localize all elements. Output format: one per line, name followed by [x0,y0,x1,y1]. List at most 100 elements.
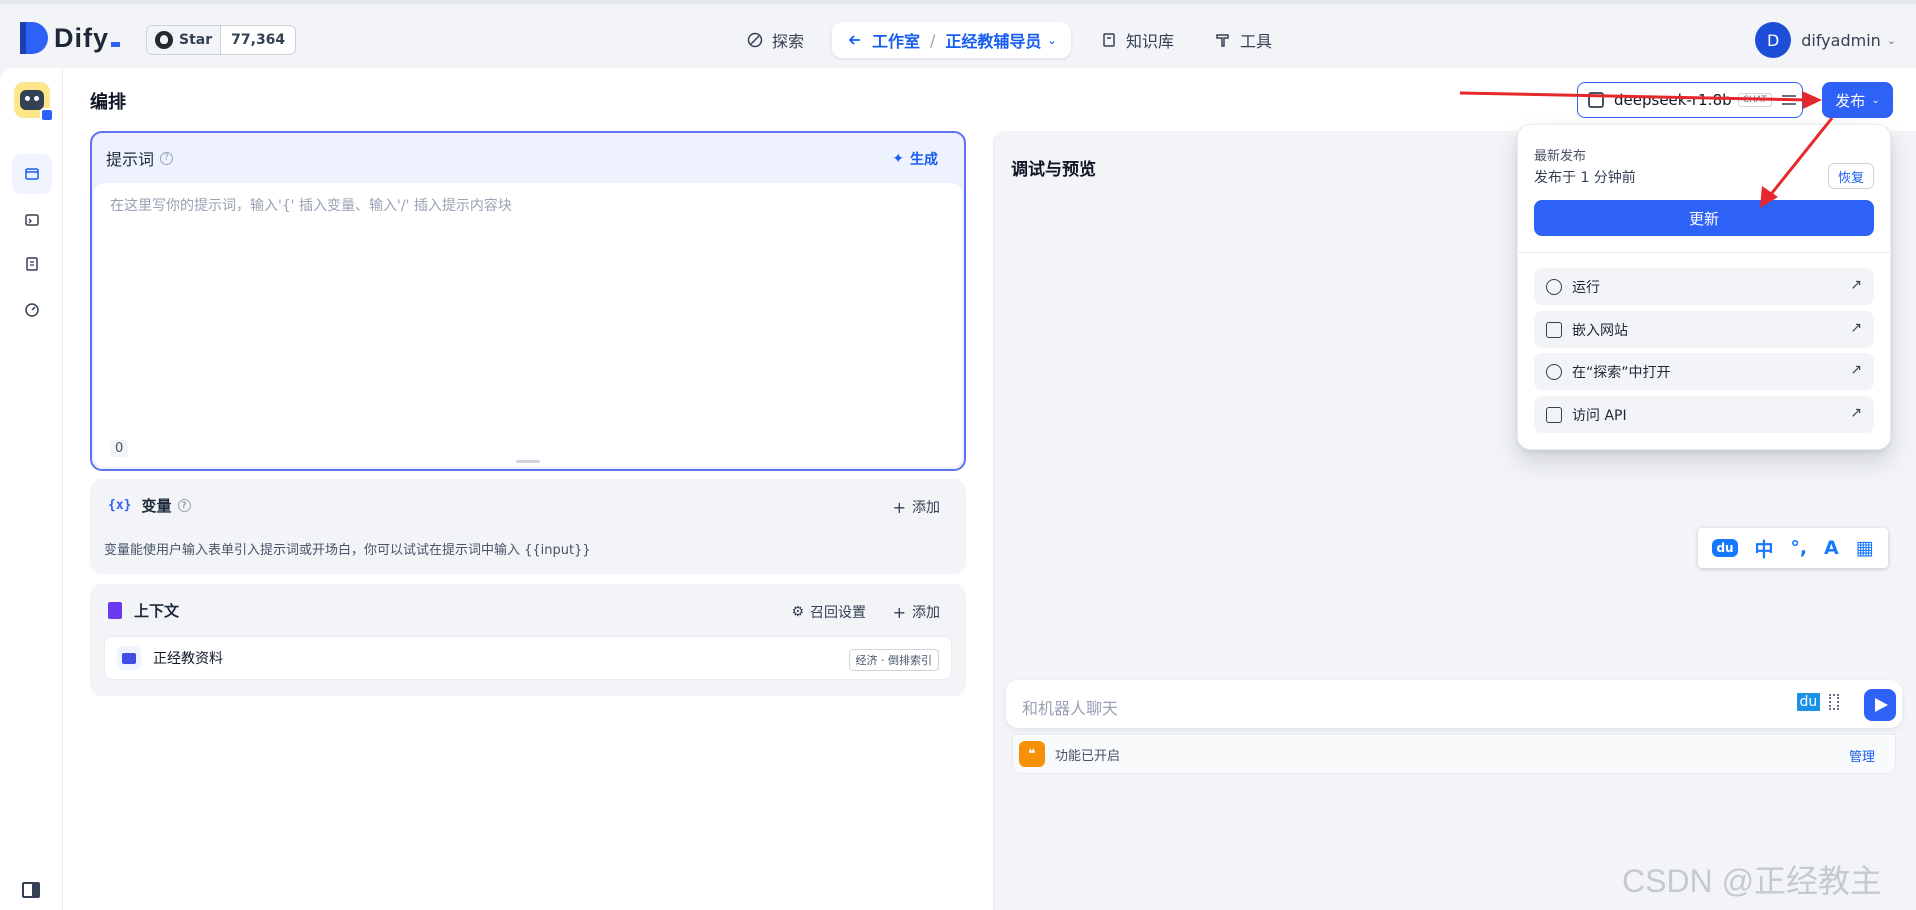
capture-icon[interactable] [1829,694,1840,710]
explore-icon [1546,363,1562,380]
file-list-icon [26,257,38,271]
app-sidebar [0,68,63,910]
context-title: 上下文 [134,602,180,620]
latest-publish-label: 最新发布 [1534,149,1587,164]
dataset-name: 正经教资料 [153,651,223,667]
debug-title: 调试与预览 [1011,160,1096,180]
ime-logo-icon[interactable]: du [1712,539,1738,557]
chat-placeholder: 和机器人聊天 [1022,699,1119,718]
arrow-up-right-icon: ↗ [1850,405,1862,421]
quote-icon: ❝ [1019,741,1045,767]
terminal-icon [25,214,39,226]
manage-link[interactable]: 管理 [1849,746,1875,765]
add-variable-button[interactable]: + 添加 [893,497,940,517]
brand-name: Dify [54,23,121,54]
github-star-label: Star [179,32,213,48]
layout-icon [25,168,39,180]
ime-grid-icon[interactable]: ▦ [1856,537,1874,559]
send-icon[interactable] [1864,689,1896,721]
app-robot-icon[interactable] [14,82,54,122]
chevron-down-icon: ⌄ [1047,33,1057,47]
main-panel: 编排 提示词 ? ✦ 生成 在这里写你的提示词，输入'{' 插入变量、输入'/'… [0,68,1916,910]
help-icon[interactable]: ? [177,499,191,512]
dataset-item[interactable]: 正经教资料 经济 · 倒排索引 [104,636,952,680]
top-nav: Dify Star 77,364 探索 工作室 / 正经教辅导员 ⌄ 知识库 工… [0,0,1916,68]
ime-toolbar[interactable]: du 中 °, A ▦ [1698,528,1888,568]
menu-item-open-explore[interactable]: 在“探索”中打开 ↗ [1534,353,1874,390]
sidebar-api[interactable] [12,200,52,240]
update-button[interactable]: 更新 [1534,200,1874,236]
add-context-button[interactable]: + 添加 [893,602,940,622]
variables-card: {x} 变量 ? + 添加 变量能使用户输入表单引入提示词或开场白，你可以试试在… [90,479,966,574]
publish-dropdown: 最新发布 发布于 1 分钟前 恢复 更新 运行 ↗ 嵌入网站 ↗ 在“探索”中打… [1517,124,1891,450]
hammer-icon [1214,31,1232,49]
prompt-title: 提示词 [106,150,155,169]
ime-skin-icon[interactable]: A [1824,537,1839,559]
github-icon [155,31,173,49]
context-card: 上下文 ⚙ 召回设置 + 添加 正经教资料 经济 · 倒排索引 [90,584,966,696]
ime-language-toggle[interactable]: 中 [1754,535,1773,562]
model-selector[interactable]: deepseek-r1:8b CHAT [1577,82,1803,118]
sidebar-monitor[interactable] [12,290,52,330]
prompt-placeholder: 在这里写你的提示词，输入'{' 插入变量、输入'/' 插入提示内容块 [110,198,512,214]
menu-item-api[interactable]: 访问 API ↗ [1534,396,1874,433]
generate-button[interactable]: ✦ 生成 [892,149,938,169]
nav-tools[interactable]: 工具 [1214,22,1272,58]
dify-logo-icon [20,22,48,54]
compass-icon [746,31,764,49]
arrow-up-right-icon: ↗ [1850,362,1862,378]
variables-title: 变量 [141,497,172,515]
model-name: deepseek-r1:8b [1614,91,1732,109]
menu-item-run[interactable]: 运行 ↗ [1534,268,1874,305]
breadcrumb-studio[interactable]: 工作室 [872,28,920,52]
arrow-up-right-icon: ↗ [1850,320,1862,336]
arrow-left-icon[interactable] [846,31,864,49]
watermark: CSDN @正经教主 [1622,863,1883,899]
chat-input[interactable]: 和机器人聊天 [1006,680,1902,728]
ime-punct-toggle[interactable]: °, [1790,537,1807,559]
nav-studio-breadcrumb[interactable]: 工作室 / 正经教辅导员 ⌄ [832,22,1071,58]
features-status: 功能已开启 [1055,748,1121,764]
model-settings-icon[interactable] [1781,95,1796,105]
ime-logo-icon[interactable]: du [1796,693,1821,711]
restore-button[interactable]: 恢复 [1827,163,1874,189]
document-icon [108,602,122,619]
menu-item-embed[interactable]: 嵌入网站 ↗ [1534,311,1874,348]
nav-explore[interactable]: 探索 [746,22,804,58]
features-bar: ❝ 功能已开启 管理 [1012,734,1896,774]
avatar: D [1755,22,1792,58]
resize-handle[interactable] [516,460,540,463]
recall-settings-button[interactable]: ⚙ 召回设置 [791,602,866,622]
github-star-button[interactable]: Star 77,364 [146,25,297,55]
sidebar-toggle-icon[interactable] [22,882,40,898]
dashboard-icon [25,303,39,317]
book-icon [1100,31,1118,49]
settings-sliders-icon: ⚙ [791,604,804,620]
sidebar-orchestrate[interactable] [12,154,52,194]
nav-knowledge[interactable]: 知识库 [1100,22,1174,58]
github-star-count: 77,364 [231,32,286,48]
sidebar-logs[interactable] [12,244,52,284]
model-icon [1588,92,1604,108]
document-icon [1546,406,1562,423]
arrow-up-right-icon: ↗ [1850,277,1862,293]
publish-button[interactable]: 发布 ⌄ [1822,82,1893,118]
user-name: difyadmin [1801,30,1881,50]
dify-logo[interactable]: Dify [20,22,121,54]
variable-icon: {x} [108,498,132,513]
plus-icon: + [892,497,906,517]
user-menu[interactable]: D difyadmin ⌄ [1755,22,1896,58]
help-icon[interactable]: ? [160,151,174,165]
play-circle-icon [1546,278,1562,295]
dataset-tag: 经济 · 倒排索引 [848,649,939,671]
breadcrumb-app[interactable]: 正经教辅导员 [945,28,1041,52]
variables-description: 变量能使用户输入表单引入提示词或开场白，你可以试试在提示词中输入 {{input… [104,543,591,558]
prompt-card: 提示词 ? ✦ 生成 在这里写你的提示词，输入'{' 插入变量、输入'/' 插入… [90,131,966,471]
folder-icon [117,646,141,670]
publish-time: 发布于 1 分钟前 [1534,170,1636,186]
ime-mini-toolbar[interactable]: du [1792,688,1844,716]
prompt-editor[interactable]: 在这里写你的提示词，输入'{' 插入变量、输入'/' 插入提示内容块 0 [94,183,962,467]
model-mode-tag: CHAT [1737,93,1772,107]
char-count: 0 [110,440,129,457]
page-title: 编排 [90,92,126,113]
